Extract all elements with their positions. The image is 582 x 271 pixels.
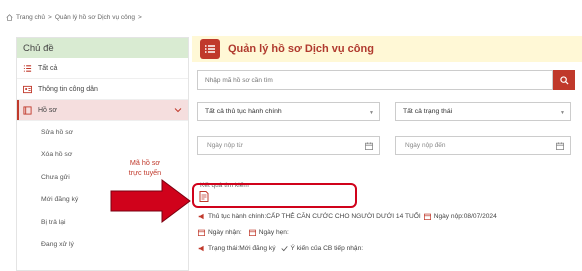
submit-date-label: Ngày nộp: <box>433 213 464 220</box>
breadcrumb-home[interactable]: Trang chủ <box>16 14 45 21</box>
page-title: Quản lý hồ sơ Dịch vụ công <box>228 43 374 55</box>
chevron-down-icon[interactable] <box>174 107 182 113</box>
sidebar-item-records[interactable]: Hồ sơ <box>17 100 188 121</box>
procedure-label: Thủ tục hành chính: <box>208 213 267 220</box>
breadcrumb: Trang chủ > Quản lý hồ sơ Dịch vụ công > <box>6 14 142 21</box>
sidebar: Chủ đề Tất cả Thông tin công dân Hồ sơ S… <box>16 37 189 271</box>
status-label: Trạng thái: <box>208 245 240 252</box>
breadcrumb-separator: > <box>48 14 52 21</box>
procedure-value: CẤP THẺ CĂN CƯỚC CHO NGƯỜI DƯỚI 14 TUỔI <box>266 213 421 220</box>
result-line-dates: Ngày nhận: Ngày hẹn: <box>198 229 289 236</box>
breadcrumb-current[interactable]: Quản lý hồ sơ Dịch vụ công <box>55 14 135 21</box>
caret-down-icon: ▼ <box>369 110 374 116</box>
menu-list-icon <box>200 39 220 59</box>
check-icon <box>280 246 288 252</box>
sidebar-subitem-edit[interactable]: Sửa hồ sơ <box>17 121 188 144</box>
annotation-line-1: Mã hồ sơ <box>129 158 161 167</box>
result-line-procedure: Thủ tục hành chính: CẤP THẺ CĂN CƯỚC CHO… <box>198 213 497 220</box>
procedure-select-value: Tất cả thủ tục hành chính <box>205 108 282 115</box>
status-select[interactable]: Tất cả trạng thái ▼ <box>395 102 571 121</box>
sidebar-title: Chủ đề <box>17 38 188 58</box>
home-icon <box>6 14 13 21</box>
procedure-select[interactable]: Tất cả thủ tục hành chính ▼ <box>197 102 380 121</box>
folder-icon <box>23 105 32 115</box>
calendar-icon <box>248 229 256 236</box>
submit-date-value: 08/07/2024 <box>463 213 497 220</box>
annotation-label: Mã hồ sơ trực tuyến <box>110 158 180 178</box>
receive-date-label: Ngày nhận: <box>208 229 242 236</box>
search-button[interactable] <box>553 70 575 90</box>
sidebar-item-label: Tất cả <box>38 64 58 72</box>
document-icon[interactable] <box>199 191 209 202</box>
date-from-field[interactable]: Ngày nộp từ <box>197 136 380 155</box>
calendar-icon <box>198 229 205 236</box>
status-value: Mới đăng ký <box>239 245 276 252</box>
annotation-arrow-icon <box>110 179 191 223</box>
calendar-icon[interactable] <box>365 142 373 150</box>
caret-down-icon: ▼ <box>560 110 565 116</box>
main-header: Quản lý hồ sơ Dịch vụ công <box>192 36 582 62</box>
calendar-icon <box>423 213 431 220</box>
sidebar-item-citizen-info[interactable]: Thông tin công dân <box>17 79 188 100</box>
result-line-status: Trạng thái: Mới đăng ký Ý kiến của CB ti… <box>198 245 363 252</box>
date-from-placeholder: Ngày nộp từ <box>207 142 243 149</box>
date-to-field[interactable]: Ngày nộp đến <box>395 136 571 155</box>
megaphone-icon <box>198 213 204 220</box>
due-date-label: Ngày hẹn: <box>258 229 289 236</box>
id-card-icon <box>23 85 32 93</box>
record-code-highlight <box>192 183 357 208</box>
search-bar <box>197 70 575 90</box>
breadcrumb-separator: > <box>137 14 142 21</box>
date-to-placeholder: Ngày nộp đến <box>405 142 446 149</box>
megaphone-icon <box>198 245 204 252</box>
sidebar-subitem-processing[interactable]: Đang xử lý <box>17 234 188 257</box>
sidebar-item-label: Hồ sơ <box>38 106 57 114</box>
list-icon <box>23 64 32 72</box>
sidebar-item-label: Thông tin công dân <box>38 85 98 93</box>
search-icon <box>559 75 569 85</box>
main-panel: Quản lý hồ sơ Dịch vụ công Tất cả thủ tụ… <box>192 36 582 271</box>
search-input[interactable] <box>197 70 553 90</box>
status-select-value: Tất cả trạng thái <box>403 108 453 115</box>
annotation-line-2: trực tuyến <box>128 168 162 177</box>
opinion-label: Ý kiến của CB tiếp nhận: <box>290 245 364 252</box>
sidebar-item-all[interactable]: Tất cả <box>17 58 188 79</box>
calendar-icon[interactable] <box>556 142 564 150</box>
